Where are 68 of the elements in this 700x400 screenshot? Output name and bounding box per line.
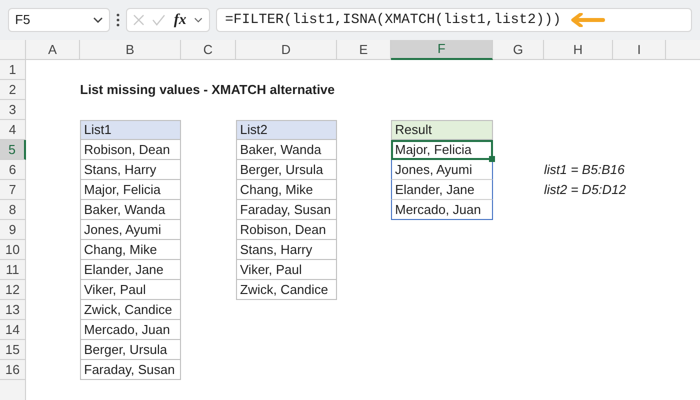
- table-cell[interactable]: Robison, Dean: [80, 140, 181, 160]
- column-header[interactable]: G: [493, 40, 544, 60]
- table-cell[interactable]: Jones, Ayumi: [80, 220, 181, 240]
- table-cell[interactable]: Elander, Jane: [80, 260, 181, 280]
- table-cell[interactable]: Jones, Ayumi: [391, 160, 493, 180]
- table-cell[interactable]: Mercado, Juan: [391, 200, 493, 220]
- chevron-down-icon: [194, 17, 203, 23]
- row-header[interactable]: 9: [0, 220, 26, 240]
- column-header[interactable]: I: [613, 40, 666, 60]
- table-cell[interactable]: Faraday, Susan: [80, 360, 181, 380]
- table-cell[interactable]: Zwick, Candice: [80, 300, 181, 320]
- row-header[interactable]: 12: [0, 280, 26, 300]
- table-cell[interactable]: Robison, Dean: [236, 220, 337, 240]
- table-cell[interactable]: Chang, Mike: [236, 180, 337, 200]
- arrow-left-icon: [571, 13, 606, 27]
- row-header[interactable]: 14: [0, 320, 26, 340]
- column-header[interactable]: D: [236, 40, 337, 60]
- row-header[interactable]: 10: [0, 240, 26, 260]
- table-header: Result: [391, 120, 493, 140]
- column-header[interactable]: [666, 40, 700, 60]
- fill-handle[interactable]: [489, 156, 495, 162]
- name-box[interactable]: F5: [8, 8, 110, 32]
- row-header[interactable]: 4: [0, 120, 26, 140]
- row-header[interactable]: 1: [0, 60, 26, 80]
- row-header[interactable]: 15: [0, 340, 26, 360]
- table-header: List1: [80, 120, 181, 140]
- row-header[interactable]: 13: [0, 300, 26, 320]
- column-header[interactable]: B: [80, 40, 181, 60]
- select-all-corner[interactable]: [0, 40, 26, 60]
- table-cell[interactable]: Major, Felicia: [391, 140, 493, 160]
- table-cell[interactable]: Major, Felicia: [80, 180, 181, 200]
- formula-bar[interactable]: =FILTER(list1,ISNA(XMATCH(list1,list2))): [216, 8, 692, 32]
- chevron-down-icon: [93, 17, 103, 23]
- row-header[interactable]: 7: [0, 180, 26, 200]
- row-header[interactable]: 11: [0, 260, 26, 280]
- table-cell[interactable]: Chang, Mike: [80, 240, 181, 260]
- cancel-icon[interactable]: [133, 14, 144, 26]
- table-cell[interactable]: Baker, Wanda: [80, 200, 181, 220]
- column-header[interactable]: H: [544, 40, 613, 60]
- table-header: List2: [236, 120, 337, 140]
- row-header[interactable]: 16: [0, 360, 26, 380]
- row-header[interactable]: 2: [0, 80, 26, 100]
- row-header[interactable]: 3: [0, 100, 26, 120]
- table-cell[interactable]: Viker, Paul: [80, 280, 181, 300]
- row-header[interactable]: 8: [0, 200, 26, 220]
- table-cell[interactable]: Zwick, Candice: [236, 280, 337, 300]
- column-header[interactable]: A: [26, 40, 80, 60]
- row-header[interactable]: 5: [0, 140, 26, 160]
- column-header[interactable]: F: [391, 40, 493, 60]
- column-header[interactable]: E: [337, 40, 391, 60]
- insert-function-button[interactable]: fx: [174, 12, 186, 28]
- check-icon[interactable]: [152, 14, 166, 26]
- table-cell[interactable]: Baker, Wanda: [236, 140, 337, 160]
- table-cell[interactable]: Faraday, Susan: [236, 200, 337, 220]
- named-range-note: list1 = B5:B16: [544, 161, 626, 180]
- table-cell[interactable]: Berger, Ursula: [236, 160, 337, 180]
- table-cell[interactable]: Stans, Harry: [80, 160, 181, 180]
- row-header[interactable]: [0, 380, 26, 400]
- sheet-title: List missing values - XMATCH alternative: [80, 81, 336, 100]
- table-cell[interactable]: Elander, Jane: [391, 180, 493, 200]
- table-cell[interactable]: Stans, Harry: [236, 240, 337, 260]
- table-cell[interactable]: Berger, Ursula: [80, 340, 181, 360]
- named-range-note: list2 = D5:D12: [544, 181, 628, 200]
- table-cell[interactable]: Mercado, Juan: [80, 320, 181, 340]
- table-cell[interactable]: Viker, Paul: [236, 260, 337, 280]
- row-header[interactable]: 6: [0, 160, 26, 180]
- more-options-icon[interactable]: [116, 13, 120, 27]
- column-header[interactable]: C: [181, 40, 236, 60]
